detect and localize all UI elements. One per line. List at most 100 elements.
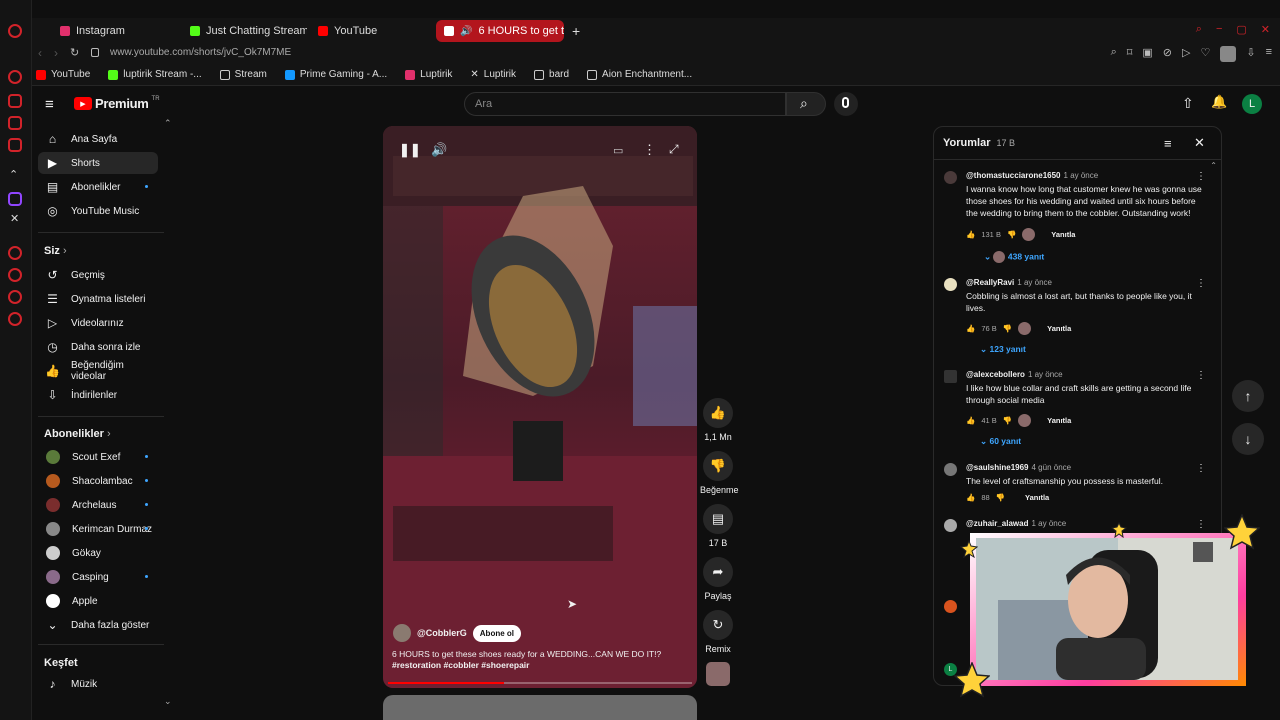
account-avatar[interactable]: L (1242, 94, 1262, 114)
bookmark-item[interactable]: Prime Gaming - A... (284, 69, 387, 80)
search-tabs-icon[interactable]: ⌕ (1196, 23, 1202, 36)
menu-icon[interactable]: ≡ (1266, 46, 1272, 62)
comments-button[interactable]: ▤ 17 B (700, 504, 736, 548)
commenter-avatar[interactable] (944, 463, 957, 476)
tab-instagram[interactable]: Instagram (52, 20, 177, 42)
bookmark-icon[interactable]: ⌑ (1127, 46, 1133, 62)
opera-logo-icon[interactable] (8, 24, 22, 38)
search-button[interactable]: ⌕ (786, 92, 826, 116)
share-button[interactable]: ➦ Paylaş (700, 557, 736, 601)
commenter-avatar[interactable] (944, 171, 957, 184)
sort-icon[interactable]: ≡ (1164, 136, 1172, 151)
sidebar-item-liked-videos[interactable]: 👍 Beğendiğim videolar (38, 360, 158, 382)
more-options-icon[interactable]: ⋮ (643, 142, 656, 158)
zoom-icon[interactable]: ⌕ (1111, 46, 1117, 62)
sound-thumbnail[interactable] (706, 662, 730, 686)
sidebar-item-history[interactable]: ↺ Geçmiş (38, 264, 158, 286)
bookmark-item[interactable]: Luptirik (405, 69, 452, 80)
channel-name[interactable]: @CobblerG (417, 628, 467, 638)
bookmark-item[interactable]: Stream (219, 69, 267, 80)
x-icon[interactable]: ✕ (10, 212, 19, 225)
thumbs-down-icon[interactable]: 👎 (1003, 416, 1012, 425)
previous-short-button[interactable]: ↑ (1232, 380, 1264, 412)
create-icon[interactable]: ⇧ (1182, 95, 1194, 112)
view-replies-button[interactable]: ⌄ 123 yanıt (980, 344, 1026, 355)
pause-icon[interactable]: ❚❚ (399, 142, 421, 158)
progress-track[interactable] (388, 682, 692, 684)
sidebar-item-subscriptions[interactable]: ▤ Abonelikler (38, 176, 158, 198)
captions-icon[interactable]: ▭ (613, 144, 623, 157)
more-options-icon[interactable]: ⋮ (1196, 278, 1206, 289)
show-more-button[interactable]: ⌄ Daha fazla göster (38, 614, 158, 636)
subscription-channel[interactable]: Gökay (38, 542, 158, 564)
voice-search-button[interactable] (834, 92, 858, 116)
view-replies-button[interactable]: ⌄ 438 yanıt (984, 251, 1044, 263)
minimize-icon[interactable]: − (1216, 23, 1222, 36)
youtube-logo[interactable]: ▶ Premium TR (74, 96, 160, 111)
thumbs-down-icon[interactable]: 👎 (1003, 324, 1012, 333)
tab-youtube[interactable]: YouTube (310, 20, 435, 42)
view-replies-button[interactable]: ⌄ 60 yanıt (980, 436, 1021, 447)
sidebar-item-downloads[interactable]: ⇩ İndirilenler (38, 384, 158, 406)
maximize-icon[interactable]: ▢ (1236, 23, 1246, 36)
commenter-avatar[interactable] (944, 370, 957, 383)
twitch-icon[interactable] (8, 192, 22, 206)
forward-icon[interactable]: › (54, 46, 58, 60)
thumbs-down-icon[interactable]: 👎 (1007, 230, 1016, 239)
subscription-channel[interactable]: Kerimcan Durmaz (38, 518, 158, 540)
snapshot-icon[interactable]: ▣ (1142, 46, 1152, 62)
scroll-up-icon[interactable]: ⌃ (164, 118, 172, 129)
thumbs-up-icon[interactable]: 👍 (966, 230, 975, 239)
sidebar-icon-6[interactable] (8, 246, 22, 260)
sidebar-icon-7[interactable] (8, 268, 22, 282)
tab-kick[interactable]: Just Chatting Streaming (182, 20, 307, 42)
more-options-icon[interactable]: ⋮ (1196, 463, 1206, 474)
sidebar-item-watch-later[interactable]: ◷ Daha sonra izle (38, 336, 158, 358)
download-icon[interactable]: ⇩ (1246, 46, 1255, 62)
next-short-preview[interactable] (383, 695, 697, 720)
back-icon[interactable]: ‹ (38, 46, 42, 60)
thumbs-up-icon[interactable]: 👍 (966, 324, 975, 333)
sidebar-icon-2[interactable] (8, 94, 22, 108)
bookmark-item[interactable]: ✕ Luptirik (470, 69, 516, 80)
bookmark-item[interactable]: Aion Enchantment... (587, 69, 692, 80)
sidebar-icon-5[interactable]: ⌃ (9, 168, 18, 181)
sidebar-icon-4[interactable] (8, 138, 22, 152)
settings-icon[interactable] (8, 312, 22, 326)
subscription-channel[interactable]: Shacolambac (38, 470, 158, 492)
video-hashtags[interactable]: #restoration #cobbler #shoerepair (392, 660, 688, 670)
sidebar-item-shorts[interactable]: ▶ Shorts (38, 152, 158, 174)
bookmark-item[interactable]: luptirik Stream -... (108, 69, 202, 80)
section-you[interactable]: Siz › (44, 245, 67, 257)
subscription-channel[interactable]: Archelaus (38, 494, 158, 516)
sidebar-icon-8[interactable] (8, 290, 22, 304)
heart-icon[interactable]: ♡ (1200, 46, 1210, 62)
url-field[interactable]: www.youtube.com/shorts/jvC_Ok7M7ME (110, 47, 291, 58)
commenter-avatar[interactable] (944, 278, 957, 291)
profile-icon[interactable] (1220, 46, 1237, 62)
scroll-down-icon[interactable]: ⌄ (164, 696, 172, 707)
fullscreen-icon[interactable]: ⤢ (669, 142, 679, 157)
next-short-button[interactable]: ↓ (1232, 423, 1264, 455)
sidebar-icon-3[interactable] (8, 116, 22, 130)
close-icon[interactable]: ✕ (1261, 23, 1270, 36)
hamburger-menu-icon[interactable]: ≡ (45, 96, 54, 113)
more-options-icon[interactable]: ⋮ (1196, 171, 1206, 182)
adblock-icon[interactable]: ⊘ (1163, 46, 1172, 62)
bookmark-item[interactable]: YouTube (36, 69, 90, 80)
sidebar-item-music[interactable]: ◎ YouTube Music (38, 200, 158, 222)
sidebar-item-home[interactable]: ⌂ Ana Sayfa (38, 128, 158, 150)
subscription-channel[interactable]: Scout Exef (38, 446, 158, 468)
sidebar-item-music-explore[interactable]: ♪ Müzik (38, 673, 158, 695)
tab-active-shorts[interactable]: 🔊6 HOURS to get these (436, 20, 564, 42)
thumbs-up-icon[interactable]: 👍 (966, 416, 975, 425)
dislike-button[interactable]: 👎 Beğenme (700, 451, 739, 495)
like-button[interactable]: 👍 1,1 Mn (700, 398, 736, 442)
shorts-player[interactable]: ❚❚ 🔊 ▭ ⋮ ⤢ @CobblerG Abone ol 6 HOURS to… (383, 126, 697, 688)
bookmark-item[interactable]: bard (534, 69, 569, 80)
player-icon[interactable]: ▷ (1182, 46, 1190, 62)
reload-icon[interactable]: ↻ (70, 46, 79, 59)
close-icon[interactable]: ✕ (1194, 135, 1205, 151)
thumbs-up-icon[interactable]: 👍 (966, 493, 975, 502)
remix-button[interactable]: ↻ Remix (700, 610, 736, 654)
